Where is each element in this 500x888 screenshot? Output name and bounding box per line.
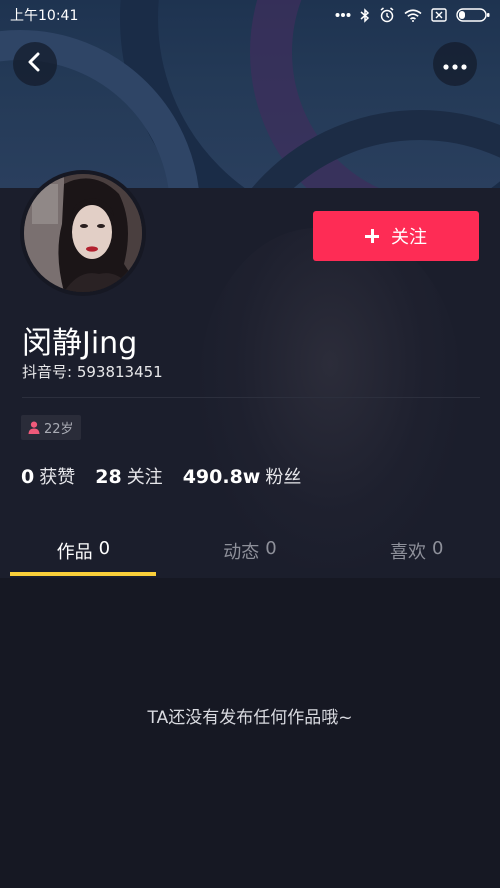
more-dots-icon — [335, 12, 351, 18]
follow-button[interactable]: 关注 — [313, 211, 479, 261]
stat-followers-count: 490.8w — [182, 466, 261, 488]
status-time: 上午10:41 — [10, 8, 79, 24]
stat-following[interactable]: 28 关注 — [95, 463, 162, 489]
divider — [22, 397, 480, 398]
bluetooth-icon — [360, 7, 370, 23]
back-button[interactable] — [13, 42, 57, 86]
stat-likes[interactable]: 0 获赞 — [21, 463, 75, 489]
avatar-photo — [24, 174, 142, 292]
sim-off-icon — [431, 8, 447, 22]
tab-activity[interactable]: 动态 0 — [167, 523, 334, 578]
tab-likes-label: 喜欢 — [389, 541, 426, 563]
active-tab-indicator — [10, 572, 156, 576]
status-icons — [335, 7, 490, 23]
female-person-icon — [28, 421, 40, 434]
tab-works-count: 0 — [98, 537, 111, 559]
alarm-icon — [379, 7, 395, 23]
avatar[interactable] — [20, 170, 146, 296]
follow-label: 关注 — [391, 227, 427, 248]
stat-followers-label: 粉丝 — [265, 467, 302, 488]
empty-works-message: TA还没有发布任何作品哦~ — [147, 708, 353, 728]
stat-followers[interactable]: 490.8w 粉丝 — [183, 463, 302, 489]
background-photo — [200, 228, 460, 568]
tab-likes-count: 0 — [431, 537, 444, 559]
tab-works-label: 作品 — [56, 541, 93, 563]
age-label: 22岁 — [44, 422, 74, 437]
profile-tabs: 作品 0 动态 0 喜欢 0 — [0, 523, 500, 578]
stat-likes-count: 0 — [21, 466, 35, 488]
stat-likes-label: 获赞 — [39, 467, 76, 488]
battery-icon — [456, 8, 490, 22]
plus-icon — [365, 229, 379, 243]
more-dots-icon — [443, 55, 467, 74]
nickname: 闵静Jing — [22, 326, 138, 361]
tab-activity-label: 动态 — [223, 541, 260, 563]
tab-activity-count: 0 — [265, 537, 277, 559]
douyin-id: 抖音号: 593813451 — [22, 363, 163, 381]
tab-likes[interactable]: 喜欢 0 — [333, 523, 500, 578]
status-bar: 上午10:41 — [0, 0, 500, 30]
profile-screen: 上午10:41 关注 闵静Jing 抖音号: 593813451 22岁 0 获… — [0, 0, 500, 888]
profile-stats: 0 获赞 28 关注 490.8w 粉丝 — [21, 463, 301, 489]
stat-following-count: 28 — [95, 466, 122, 488]
tab-works[interactable]: 作品 0 — [0, 523, 167, 578]
stat-following-label: 关注 — [126, 467, 163, 488]
age-badge: 22岁 — [21, 415, 81, 440]
wifi-icon — [404, 8, 422, 22]
chevron-left-icon — [27, 52, 43, 76]
more-options-button[interactable] — [433, 42, 477, 86]
